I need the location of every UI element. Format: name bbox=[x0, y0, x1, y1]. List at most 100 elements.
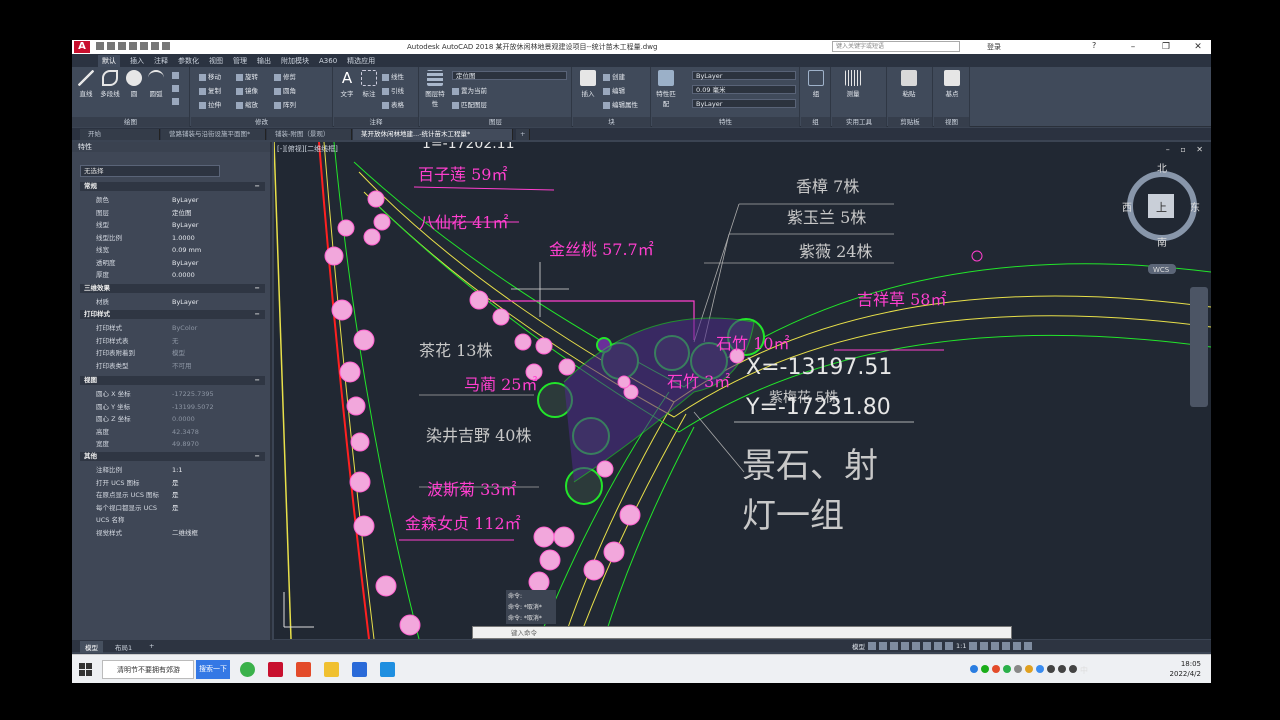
osnap-icon[interactable] bbox=[912, 642, 920, 650]
fullscreen-icon[interactable] bbox=[1013, 642, 1022, 650]
property-row[interactable]: 高度 42.3478 bbox=[80, 426, 265, 438]
tray-icon[interactable] bbox=[1003, 665, 1011, 673]
drawing-area[interactable]: 百子莲 59㎡ 八仙花 41㎡ 金丝桃 57.7㎡ 吉祥草 58㎡ 石竹 10㎡… bbox=[274, 142, 1211, 639]
annotation-group-title[interactable]: 注释 bbox=[334, 117, 418, 127]
block-group-title[interactable]: 块 bbox=[573, 117, 650, 127]
tray-icon[interactable] bbox=[981, 665, 989, 673]
tray-icon[interactable] bbox=[1025, 665, 1033, 673]
ortho-icon[interactable] bbox=[890, 642, 898, 650]
arc-button[interactable]: 圆弧 bbox=[146, 70, 166, 98]
mirror-button[interactable]: 镜像 bbox=[236, 85, 258, 95]
tab-default[interactable]: 默认 bbox=[98, 54, 120, 67]
tab-featured[interactable]: 精选应用 bbox=[347, 56, 375, 66]
section-3d[interactable]: 三维效果 − bbox=[80, 284, 265, 293]
section-plot[interactable]: 打印样式 − bbox=[80, 310, 265, 319]
tab-output[interactable]: 输出 bbox=[257, 56, 271, 66]
search-input[interactable]: 键入关键字或短语 bbox=[832, 41, 960, 52]
tab-doc-1[interactable]: 营路铺装与沿街设施平面图* bbox=[161, 129, 266, 140]
region-icon[interactable] bbox=[172, 97, 181, 105]
grid-icon[interactable] bbox=[868, 642, 876, 650]
customize-icon[interactable] bbox=[1024, 642, 1033, 650]
selection-dropdown[interactable]: 无选择 bbox=[80, 165, 220, 177]
undo-icon[interactable] bbox=[151, 42, 159, 50]
property-row[interactable]: 宽度 49.8970 bbox=[80, 438, 265, 450]
lineweight-icon[interactable] bbox=[934, 642, 942, 650]
property-row[interactable]: 材质 ByLayer bbox=[80, 296, 265, 308]
property-row[interactable]: 圆心 Y 坐标 -13199.5072 bbox=[80, 401, 265, 413]
polar-icon[interactable] bbox=[901, 642, 909, 650]
new-icon[interactable] bbox=[96, 42, 104, 50]
units-icon[interactable] bbox=[991, 642, 1000, 650]
stretch-button[interactable]: 拉伸 bbox=[199, 99, 221, 109]
property-row[interactable]: 每个视口都显示 UCS 是 bbox=[80, 502, 265, 514]
section-misc[interactable]: 其他 − bbox=[80, 452, 265, 461]
paste-button[interactable]: 粘贴 bbox=[898, 70, 920, 98]
tab-manage[interactable]: 管理 bbox=[233, 56, 247, 66]
property-row[interactable]: 视觉样式 二维线框 bbox=[80, 527, 265, 539]
linetype-select[interactable]: ByLayer bbox=[692, 99, 796, 108]
utilities-group-title[interactable]: 实用工具 bbox=[832, 117, 886, 127]
property-row[interactable]: 圆心 Z 坐标 0.0000 bbox=[80, 413, 265, 425]
open-icon[interactable] bbox=[107, 42, 115, 50]
property-row[interactable]: 线型比例 1.0000 bbox=[80, 232, 265, 244]
browser-search-box[interactable]: 清明节不要拥有郊游 bbox=[102, 660, 194, 679]
saveas-icon[interactable] bbox=[129, 42, 137, 50]
viewport-controls[interactable]: – ▫ ✕ bbox=[1166, 145, 1207, 154]
edit-attr-button[interactable]: 编辑属性 bbox=[603, 99, 638, 109]
table-button[interactable]: 表格 bbox=[382, 99, 404, 109]
save-icon[interactable] bbox=[118, 42, 126, 50]
plot-icon[interactable] bbox=[140, 42, 148, 50]
section-view[interactable]: 视图 − bbox=[80, 376, 265, 385]
app-360-icon[interactable] bbox=[240, 662, 255, 677]
match-props-button[interactable]: 特性匹配 bbox=[655, 70, 677, 108]
login-button[interactable]: 登录 bbox=[987, 42, 1001, 52]
minimize-button[interactable]: – bbox=[1122, 40, 1144, 54]
move-button[interactable]: 移动 bbox=[199, 71, 221, 81]
snap-icon[interactable] bbox=[879, 642, 887, 650]
trim-button[interactable]: 修剪 bbox=[274, 71, 296, 81]
annotation-scale[interactable]: 1:1 bbox=[956, 642, 966, 650]
add-layout-button[interactable]: + bbox=[144, 641, 159, 651]
groups-group-title[interactable]: 组 bbox=[801, 117, 830, 127]
maximize-button[interactable]: ❐ bbox=[1155, 40, 1177, 54]
tab-a360[interactable]: A360 bbox=[319, 57, 337, 65]
linear-button[interactable]: 线性 bbox=[382, 71, 404, 81]
leader-button[interactable]: 引线 bbox=[382, 85, 404, 95]
section-general[interactable]: 常规 − bbox=[80, 182, 265, 191]
modify-group-title[interactable]: 修改 bbox=[191, 117, 332, 127]
layers-group-title[interactable]: 图层 bbox=[420, 117, 571, 127]
transparency-icon[interactable] bbox=[945, 642, 953, 650]
app-autocad-icon[interactable] bbox=[268, 662, 283, 677]
property-row[interactable]: 厚度 0.0000 bbox=[80, 269, 265, 281]
tab-start[interactable]: 开始 bbox=[80, 129, 160, 140]
tab-doc-active[interactable]: 某开放休闲林地建...-统计苗木工程量* bbox=[353, 129, 513, 140]
clipboard-group-title[interactable]: 剪贴板 bbox=[888, 117, 932, 127]
close-button[interactable]: ✕ bbox=[1187, 40, 1209, 54]
tab-layout1[interactable]: 布局1 bbox=[110, 641, 137, 653]
dim-button[interactable]: 标注 bbox=[359, 70, 379, 98]
hatch-icon[interactable] bbox=[172, 84, 181, 92]
start-icon[interactable] bbox=[79, 663, 92, 676]
viewport-label[interactable]: [-][俯视][二维线框] bbox=[277, 144, 338, 154]
property-row[interactable]: 图层 定位图 bbox=[80, 207, 265, 219]
cad-drawing[interactable]: 百子莲 59㎡ 八仙花 41㎡ 金丝桃 57.7㎡ 吉祥草 58㎡ 石竹 10㎡… bbox=[274, 142, 1211, 639]
tray-icon[interactable] bbox=[1014, 665, 1022, 673]
color-select[interactable]: ByLayer bbox=[692, 71, 796, 80]
tray-icon[interactable] bbox=[970, 665, 978, 673]
annotation-monitor-icon[interactable] bbox=[980, 642, 989, 650]
tray-icon[interactable] bbox=[1058, 665, 1066, 673]
app-wps-icon[interactable] bbox=[296, 662, 311, 677]
tray-icon[interactable] bbox=[1047, 665, 1055, 673]
draw-group-title[interactable]: 绘图 bbox=[72, 117, 189, 127]
tab-insert[interactable]: 插入 bbox=[130, 56, 144, 66]
layer-select[interactable]: 定位图 bbox=[452, 71, 567, 80]
search-button[interactable]: 搜索一下 bbox=[196, 660, 230, 679]
nav-bar[interactable] bbox=[1190, 287, 1208, 407]
otrack-icon[interactable] bbox=[923, 642, 931, 650]
command-input[interactable]: 键入命令 bbox=[472, 626, 1012, 639]
autocad-logo-icon[interactable]: A bbox=[74, 41, 90, 53]
app-capture-icon[interactable] bbox=[352, 662, 367, 677]
array-button[interactable]: 阵列 bbox=[274, 99, 296, 109]
tab-view[interactable]: 视图 bbox=[209, 56, 223, 66]
property-row[interactable]: 打印表类型 不可用 bbox=[80, 360, 265, 372]
